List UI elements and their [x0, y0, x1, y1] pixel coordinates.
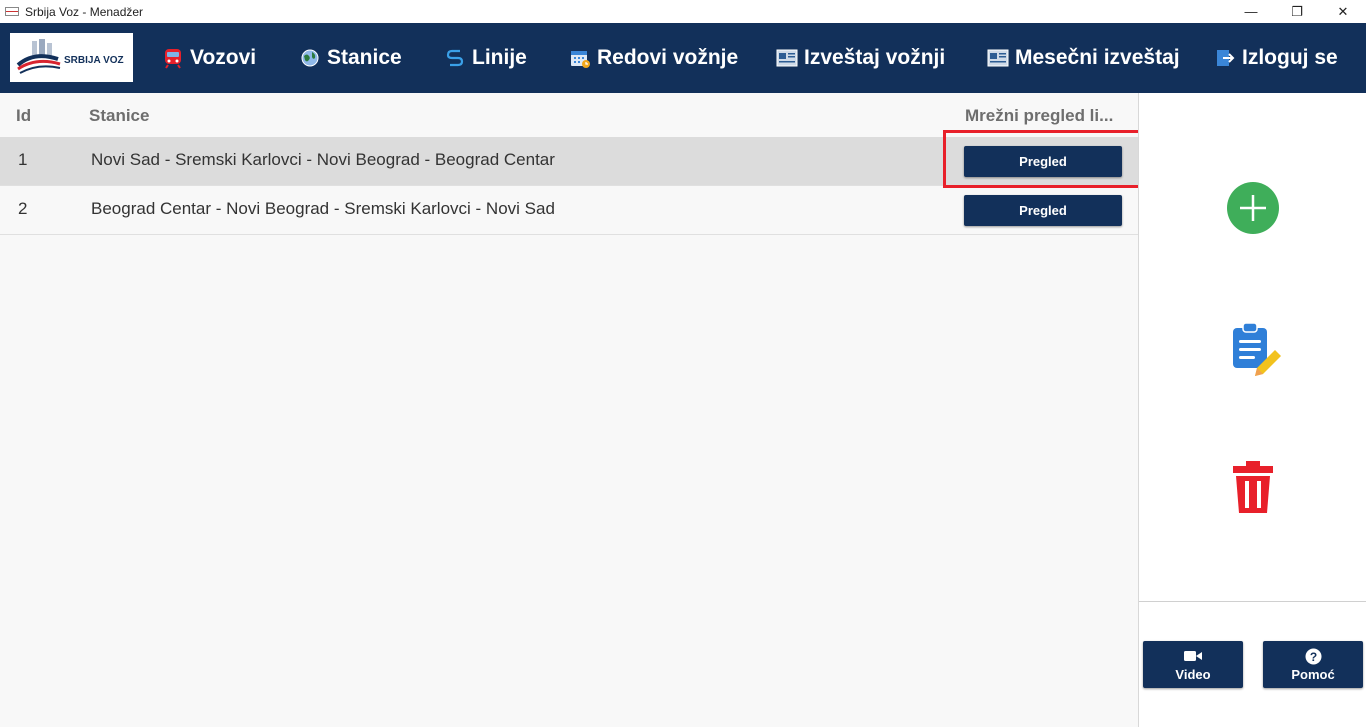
row-id: 1 [18, 150, 28, 169]
window-title: Srbija Voz - Menadžer [25, 4, 144, 19]
nav-izloguj-se[interactable]: Izloguj se [1214, 23, 1338, 93]
monthly-report-icon [987, 47, 1009, 69]
title-bar: Srbija Voz - Menadžer — ❐ ✕ [0, 0, 1366, 23]
nav-redovi-label: Redovi vožnje [597, 46, 739, 69]
delete-button[interactable] [1227, 459, 1279, 515]
app-icon [5, 7, 19, 16]
help-label: Pomoć [1291, 667, 1335, 682]
nav-vozovi[interactable]: Vozovi [162, 23, 256, 93]
row-stanice: Novi Sad - Sremski Karlovci - Novi Beogr… [91, 150, 555, 169]
nav-stanice[interactable]: Stanice [299, 23, 402, 93]
minimize-button[interactable]: — [1228, 0, 1274, 23]
help-button[interactable]: ? Pomoć [1263, 641, 1363, 688]
window-controls: — ❐ ✕ [1228, 0, 1366, 23]
nav-linije[interactable]: Linije [444, 23, 527, 93]
nav-linije-label: Linije [472, 46, 527, 69]
pregled-button[interactable]: Pregled [964, 195, 1122, 226]
action-panel: Video ? Pomoć [1138, 93, 1366, 727]
table-row[interactable]: 2 Beograd Centar - Novi Beograd - Sremsk… [0, 186, 1138, 235]
logout-icon [1214, 47, 1236, 69]
srbija-voz-logo: SRBIJA VOZ [10, 33, 133, 82]
panel-divider [1139, 601, 1366, 602]
train-icon [162, 47, 184, 69]
globe-icon [299, 47, 321, 69]
edit-clipboard-icon [1233, 322, 1281, 376]
nav-mesecni-label: Mesečni izveštaj [1015, 46, 1180, 69]
column-header-mrezni-pregled[interactable]: Mrežni pregled li... [965, 106, 1113, 126]
video-button[interactable]: Video [1143, 641, 1243, 688]
video-camera-icon [1184, 647, 1202, 665]
nav-izvestaj-voznji[interactable]: Izveštaj vožnji [776, 23, 945, 93]
edit-button[interactable] [1227, 320, 1287, 376]
svg-text:?: ? [1309, 650, 1316, 664]
nav-redovi-voznje[interactable]: Redovi vožnje [569, 23, 738, 93]
restore-button[interactable]: ❐ [1274, 0, 1320, 23]
nav-vozovi-label: Vozovi [190, 46, 257, 69]
nav-mesecni-izvestaj[interactable]: Mesečni izveštaj [987, 23, 1180, 93]
lines-table: Id Stanice Mrežni pregled li... 1 Novi S… [0, 93, 1144, 727]
close-button[interactable]: ✕ [1320, 0, 1366, 23]
nav-izloguj-label: Izloguj se [1242, 46, 1338, 69]
add-button[interactable] [1227, 182, 1279, 234]
column-header-id[interactable]: Id [16, 106, 31, 126]
calendar-icon [569, 47, 591, 69]
question-icon: ? [1305, 647, 1322, 665]
row-stanice: Beograd Centar - Novi Beograd - Sremski … [91, 199, 555, 218]
nav-stanice-label: Stanice [327, 46, 402, 69]
add-icon [1227, 182, 1279, 234]
main-navbar: SRBIJA VOZ Vozovi Stanice Linije Redovi … [0, 23, 1366, 93]
column-header-stanice[interactable]: Stanice [89, 106, 149, 126]
nav-izvestaj-label: Izveštaj vožnji [804, 46, 946, 69]
route-icon [444, 47, 466, 69]
row-id: 2 [18, 199, 28, 218]
logo-text: SRBIJA VOZ [64, 55, 124, 66]
report-icon [776, 47, 798, 69]
video-label: Video [1175, 667, 1211, 682]
highlight-box [943, 130, 1144, 188]
trash-icon [1233, 461, 1273, 513]
